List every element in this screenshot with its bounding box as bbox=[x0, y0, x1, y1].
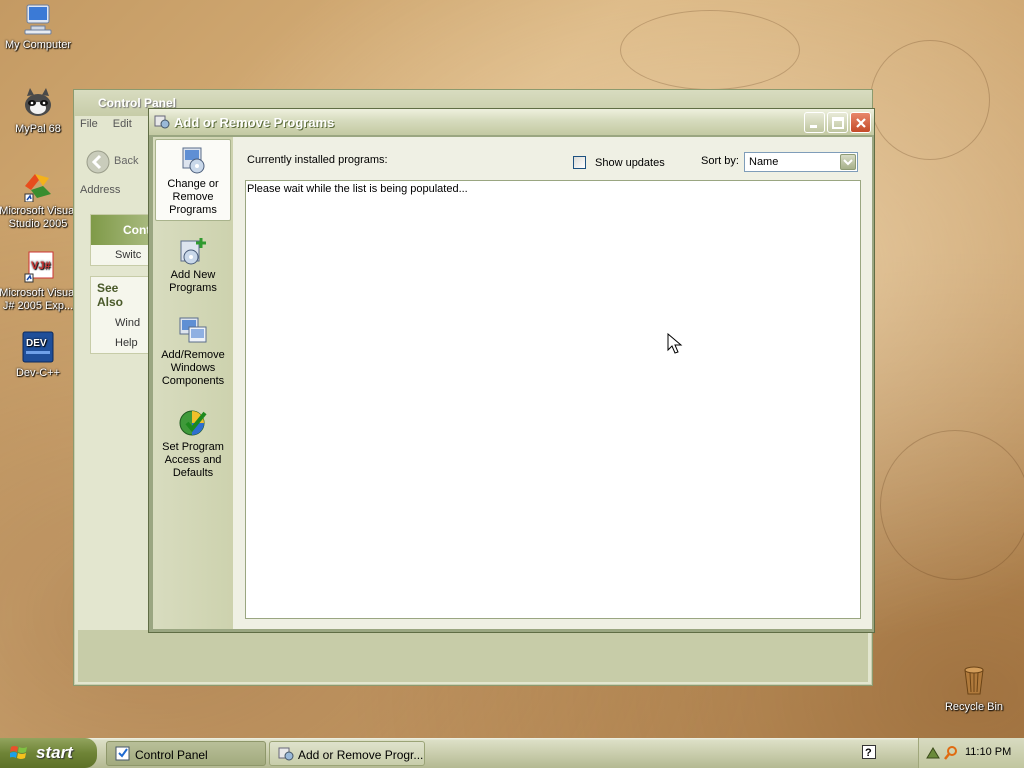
wallpaper-sketch bbox=[620, 10, 800, 90]
show-updates-checkbox[interactable] bbox=[573, 156, 586, 169]
installed-programs-list[interactable]: Please wait while the list is being popu… bbox=[245, 180, 861, 619]
search-tray-icon[interactable] bbox=[943, 745, 959, 761]
help-link[interactable]: Help bbox=[91, 333, 149, 353]
show-updates-label[interactable]: Show updates bbox=[595, 157, 665, 169]
minimize-icon bbox=[810, 125, 817, 128]
visual-studio-icon bbox=[21, 168, 55, 203]
computer-icon bbox=[21, 2, 55, 36]
svg-text:VJ#: VJ# bbox=[31, 260, 51, 272]
program-access-icon bbox=[177, 407, 209, 439]
desktop-icon-label: Microsoft Visual J# 2005 Exp... bbox=[0, 287, 77, 312]
switch-view-label: Switc bbox=[115, 249, 142, 261]
clock[interactable]: 11:10 PM bbox=[965, 746, 1011, 758]
control-panel-header: Cont bbox=[91, 215, 151, 245]
windows-components-icon bbox=[177, 315, 209, 347]
add-remove-programs-icon bbox=[278, 747, 294, 761]
list-loading-message: Please wait while the list is being popu… bbox=[247, 183, 468, 195]
desktop-icon-recycle-bin[interactable]: Recycle Bin bbox=[934, 664, 1014, 714]
sort-by-value: Name bbox=[749, 156, 779, 168]
svg-text:DEV: DEV bbox=[26, 338, 47, 349]
mouse-cursor-icon bbox=[667, 333, 683, 354]
taskbar-item-add-remove-programs[interactable]: Add or Remove Progr... bbox=[269, 741, 425, 766]
desktop-icon-label: Recycle Bin bbox=[944, 701, 1004, 713]
desktop-icon-vjsharp[interactable]: VJ# Microsoft Visual J# 2005 Exp... bbox=[0, 250, 78, 313]
desktop-icon-label: MyPal 68 bbox=[15, 123, 61, 135]
vjsharp-icon: VJ# bbox=[21, 250, 55, 284]
control-panel-header-label: Cont bbox=[123, 223, 151, 237]
taskbar-item-label: Add or Remove Progr... bbox=[298, 748, 424, 762]
nav-label: Set Program Access and Defaults bbox=[162, 441, 224, 479]
maximize-button[interactable] bbox=[827, 112, 848, 133]
address-label: Address bbox=[80, 184, 121, 196]
maximize-icon bbox=[832, 117, 844, 129]
change-remove-programs-icon bbox=[177, 144, 209, 176]
control-panel-box: Cont Switc bbox=[90, 214, 150, 266]
start-button[interactable]: start bbox=[0, 738, 97, 768]
menu-file[interactable]: File bbox=[80, 118, 98, 130]
add-new-programs-icon bbox=[177, 235, 209, 267]
window-title: Add or Remove Programs bbox=[174, 115, 335, 130]
minimize-button[interactable] bbox=[804, 112, 825, 133]
see-also-box: See Also Wind Help bbox=[90, 276, 150, 354]
wallpaper-sketch bbox=[870, 40, 990, 160]
back-label: Back bbox=[114, 155, 139, 167]
control-panel-status-area bbox=[78, 630, 868, 682]
desktop-icon-label: Microsoft Visual Studio 2005 bbox=[0, 205, 77, 230]
installed-programs-label: Currently installed programs: bbox=[247, 154, 388, 166]
nav-change-remove-programs[interactable]: Change or Remove Programs bbox=[155, 139, 231, 221]
desktop-icon-visual-studio[interactable]: Microsoft Visual Studio 2005 bbox=[0, 168, 78, 231]
help-label: Help bbox=[115, 337, 138, 349]
nav-set-program-access[interactable]: Set Program Access and Defaults bbox=[155, 403, 231, 485]
arp-content-pane: Currently installed programs: Show updat… bbox=[233, 137, 872, 629]
control-panel-sidebar: Cont Switc See Also Wind Help bbox=[90, 214, 150, 374]
svg-text:?: ? bbox=[865, 747, 872, 759]
nav-label: Add/Remove Windows Components bbox=[161, 349, 225, 387]
back-button[interactable]: Back bbox=[82, 146, 152, 178]
raccoon-icon bbox=[21, 86, 55, 120]
taskbar-item-label: Control Panel bbox=[135, 748, 208, 762]
back-arrow-icon bbox=[86, 150, 110, 174]
windows-update-link[interactable]: Wind bbox=[91, 313, 149, 333]
sort-by-label: Sort by: bbox=[701, 155, 739, 167]
start-label: start bbox=[36, 743, 73, 762]
control-panel-icon bbox=[115, 746, 130, 761]
desktop-icon-label: Dev-C++ bbox=[15, 367, 61, 379]
windows-update-label: Wind bbox=[115, 317, 141, 329]
close-button[interactable] bbox=[850, 112, 871, 133]
sort-by-dropdown[interactable]: Name bbox=[744, 152, 858, 172]
recycle-bin-icon bbox=[957, 664, 991, 698]
switch-view-link[interactable]: Switc bbox=[91, 245, 149, 265]
network-icon[interactable] bbox=[925, 745, 941, 761]
system-tray: 11:10 PM bbox=[918, 738, 1024, 768]
wallpaper-sketch bbox=[880, 430, 1024, 580]
help-tray-icon[interactable]: ? bbox=[862, 745, 876, 759]
desktop-icon-my-computer[interactable]: My Computer bbox=[0, 2, 78, 52]
nav-add-remove-windows-components[interactable]: Add/Remove Windows Components bbox=[155, 311, 231, 393]
arp-titlebar[interactable]: Add or Remove Programs bbox=[149, 109, 874, 135]
add-remove-programs-window[interactable]: Add or Remove Programs Change or Remove … bbox=[148, 108, 875, 633]
devcpp-icon: DEV bbox=[21, 330, 55, 364]
taskbar-item-control-panel[interactable]: Control Panel bbox=[106, 741, 266, 766]
desktop-icon-label: My Computer bbox=[4, 39, 72, 51]
chevron-down-icon bbox=[843, 159, 853, 166]
see-also-header: See Also bbox=[97, 281, 124, 309]
nav-add-new-programs[interactable]: Add New Programs bbox=[155, 231, 231, 301]
arp-navigation-pane: Change or Remove Programs Add New Progra… bbox=[153, 137, 233, 629]
add-remove-programs-icon bbox=[154, 115, 170, 129]
nav-label: Change or Remove Programs bbox=[167, 178, 219, 216]
close-icon bbox=[856, 118, 866, 128]
dropdown-arrow[interactable] bbox=[840, 154, 856, 170]
menu-edit[interactable]: Edit bbox=[113, 118, 132, 130]
desktop-icon-devcpp[interactable]: DEV Dev-C++ bbox=[0, 330, 78, 380]
windows-logo-icon bbox=[10, 746, 27, 759]
desktop-icon-mypal[interactable]: MyPal 68 bbox=[0, 86, 78, 136]
nav-label: Add New Programs bbox=[169, 269, 217, 294]
